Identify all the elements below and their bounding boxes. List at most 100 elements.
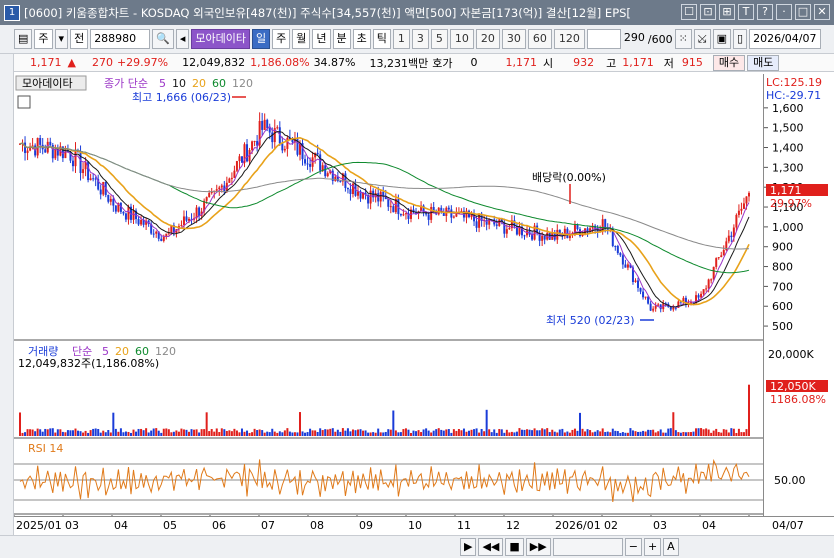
split-icon[interactable]: ⊞ bbox=[719, 4, 735, 20]
tab-period-day[interactable]: 일 bbox=[252, 29, 271, 49]
scroll-bar[interactable] bbox=[552, 538, 623, 556]
candle-body bbox=[304, 159, 307, 164]
dropdown-chevron-icon[interactable]: ▾ bbox=[54, 29, 69, 49]
help-icon[interactable]: ? bbox=[757, 4, 773, 20]
candle-body bbox=[235, 161, 238, 171]
volume-bar bbox=[145, 428, 148, 436]
grid-icon[interactable]: ⁙ bbox=[674, 29, 692, 49]
candle-body bbox=[740, 208, 743, 211]
volume-bar bbox=[490, 432, 493, 436]
rewind-icon[interactable]: ◀◀ bbox=[478, 538, 504, 556]
tab-period-second[interactable]: 초 bbox=[352, 29, 371, 49]
zoom-out-icon[interactable]: − bbox=[624, 538, 642, 556]
candle-body bbox=[730, 235, 733, 238]
buy-button[interactable]: 매도 bbox=[747, 54, 780, 71]
volume-bar bbox=[175, 430, 178, 436]
volume-bar bbox=[687, 432, 690, 436]
interval-button[interactable]: 10 bbox=[449, 29, 474, 49]
volume-bar bbox=[266, 431, 269, 436]
volume-bar bbox=[488, 429, 491, 436]
interval-button[interactable]: 120 bbox=[553, 29, 585, 49]
volume-bar bbox=[208, 431, 211, 436]
sell-button[interactable]: 매수 bbox=[712, 54, 746, 71]
volume-bar bbox=[548, 432, 551, 436]
interval-button[interactable]: 30 bbox=[501, 29, 526, 49]
link-icon[interactable]: ⊡ bbox=[700, 4, 716, 20]
volume-bar bbox=[107, 430, 110, 436]
interval-button[interactable]: 5 bbox=[430, 29, 448, 49]
forward-icon[interactable]: ▶▶ bbox=[525, 538, 551, 556]
volume-bar bbox=[468, 430, 471, 436]
interval-button[interactable]: 3 bbox=[411, 29, 429, 49]
search-icon[interactable]: 🔍 bbox=[152, 29, 174, 49]
stock-code-input[interactable]: 288980 bbox=[90, 29, 151, 49]
play-icon[interactable]: ▶ bbox=[460, 538, 477, 556]
save-icon[interactable]: ▣ bbox=[712, 29, 732, 49]
date-input[interactable]: 2026/04/07 bbox=[749, 29, 821, 49]
volume-bar bbox=[510, 431, 513, 436]
volume-bar bbox=[679, 432, 682, 436]
zoom-in-icon[interactable]: + bbox=[643, 538, 662, 556]
interval-custom-input[interactable] bbox=[586, 29, 621, 49]
speaker-icon[interactable]: ◂ bbox=[175, 29, 190, 49]
window-index[interactable]: 1 bbox=[4, 4, 20, 21]
volume-bar bbox=[288, 431, 291, 436]
volume-bar bbox=[122, 432, 125, 436]
candle-body bbox=[674, 307, 677, 309]
interval-button[interactable]: 1 bbox=[392, 29, 410, 49]
auto-icon[interactable]: A bbox=[663, 538, 679, 556]
volume-bar bbox=[745, 429, 748, 436]
interval-button[interactable]: 60 bbox=[527, 29, 552, 49]
chart-area[interactable]: 모아데이타 종가 단순 5 10 20 60 120 최고 1,666 (06/23) 배당락(… bbox=[13, 74, 763, 516]
volume-bar bbox=[162, 428, 165, 436]
grid-toggle-icon bbox=[17, 95, 31, 109]
stock-name-label[interactable]: 모아데이타 bbox=[191, 29, 251, 49]
volume-bar bbox=[87, 432, 90, 436]
restore-icon[interactable]: ☐ bbox=[681, 4, 697, 20]
font-icon[interactable]: T bbox=[738, 4, 754, 20]
volume-bar bbox=[543, 429, 546, 436]
interval-button[interactable]: 20 bbox=[475, 29, 500, 49]
candle-body bbox=[74, 150, 77, 167]
volume-bar bbox=[124, 431, 127, 436]
count-value[interactable]: 290 bbox=[623, 29, 646, 49]
tab-period-year[interactable]: 년 bbox=[312, 29, 331, 49]
layout-icon[interactable]: ▤ bbox=[14, 29, 33, 49]
volume-bar bbox=[707, 429, 710, 436]
code-type-select[interactable]: 전 bbox=[70, 29, 89, 49]
volume-bar bbox=[283, 430, 286, 436]
volume-bar bbox=[402, 429, 405, 436]
tab-period-month[interactable]: 월 bbox=[292, 29, 311, 49]
minimize-icon[interactable]: · bbox=[776, 4, 792, 20]
tab-period-week[interactable]: 주 bbox=[272, 29, 291, 49]
close-icon[interactable]: ✕ bbox=[814, 4, 830, 20]
tool-icon[interactable]: ⤩ bbox=[693, 29, 711, 49]
chart-svg[interactable]: 모아데이타 종가 단순 5 10 20 60 120최고 1,666 (06/23) 배당락(… bbox=[13, 74, 763, 516]
volume-bar bbox=[667, 428, 670, 436]
stop-icon[interactable]: ■ bbox=[505, 538, 524, 556]
market-type-select[interactable]: 주 bbox=[34, 29, 53, 49]
candle-body bbox=[215, 189, 218, 191]
volume-bar bbox=[114, 428, 117, 436]
volume-bar bbox=[246, 430, 249, 436]
maximize-icon[interactable]: □ bbox=[795, 4, 811, 20]
candle-body bbox=[107, 194, 110, 202]
tab-period-minute[interactable]: 분 bbox=[332, 29, 351, 49]
volume-bar bbox=[56, 429, 59, 436]
volume-bar bbox=[407, 429, 410, 436]
candle-body bbox=[452, 216, 455, 218]
turnover-pct: 34.87% bbox=[313, 56, 356, 69]
y-tick-label: 1,400 bbox=[772, 142, 804, 155]
tab-period-tick[interactable]: 틱 bbox=[372, 29, 391, 49]
rsi-y-tick: 50.00 bbox=[774, 474, 806, 487]
lock-icon[interactable]: ▯ bbox=[733, 29, 748, 49]
volume-bar bbox=[674, 430, 677, 436]
candle-body bbox=[94, 178, 97, 180]
candle-body bbox=[717, 257, 720, 259]
volume-bar bbox=[384, 431, 387, 436]
candle-body bbox=[543, 235, 546, 240]
volume-bar bbox=[44, 428, 47, 436]
volume-bar bbox=[215, 428, 218, 436]
candle-body bbox=[379, 191, 382, 202]
candle-body bbox=[253, 141, 256, 143]
